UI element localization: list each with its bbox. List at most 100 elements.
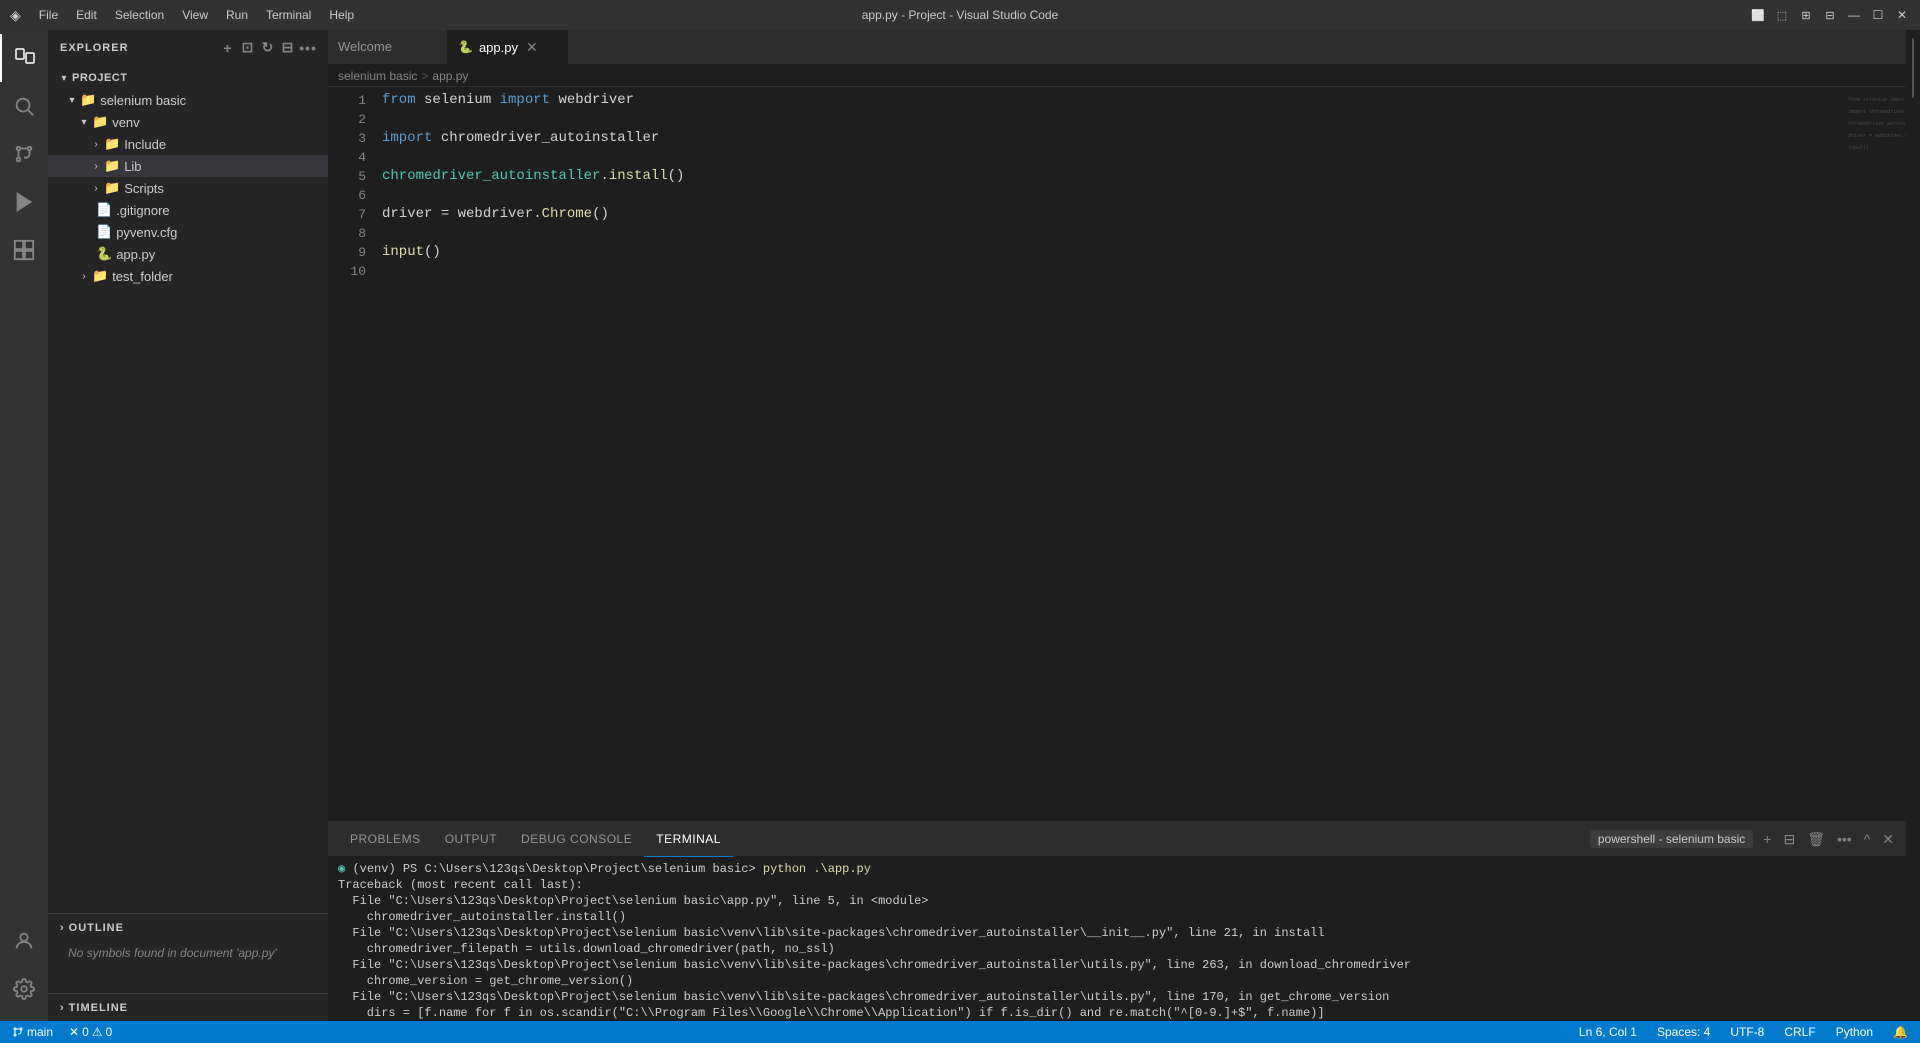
tree-item-test-folder[interactable]: › 📁 test_folder xyxy=(48,265,328,287)
terminal-line-8: chrome_version = get_chrome_version() xyxy=(338,973,1896,989)
spaces-item[interactable]: Spaces: 4 xyxy=(1653,1021,1714,1043)
tabs-bar: Welcome 🐍 app.py ✕ xyxy=(328,30,1906,65)
title-bar-left: ◈ File Edit Selection View Run Terminal … xyxy=(10,6,362,24)
outline-content: No symbols found in document 'app.py' xyxy=(48,942,328,964)
layout-btn3[interactable]: ⊞ xyxy=(1798,7,1814,23)
code-line-8 xyxy=(378,224,1846,243)
line-ending-item[interactable]: CRLF xyxy=(1780,1021,1819,1043)
activity-search[interactable] xyxy=(0,82,48,130)
tree-item-scripts[interactable]: › 📁 Scripts xyxy=(48,177,328,199)
tree-item-selenium-basic[interactable]: ▾ 📁 selenium basic xyxy=(48,89,328,111)
code-editor[interactable]: 1 2 3 4 5 6 7 8 9 10 from selenium impor… xyxy=(328,87,1906,821)
new-folder-btn[interactable]: ⊡ xyxy=(240,40,256,56)
tree-item-gitignore[interactable]: 📄 .gitignore xyxy=(48,199,328,221)
panel-tab-output[interactable]: OUTPUT xyxy=(433,822,509,857)
menu-run[interactable]: Run xyxy=(218,6,256,24)
lib-label: Lib xyxy=(124,159,141,174)
activity-source-control[interactable] xyxy=(0,130,48,178)
git-branch-item[interactable]: main xyxy=(8,1021,57,1043)
tab-welcome[interactable]: Welcome xyxy=(328,30,448,64)
tree-item-pyvenv[interactable]: 📄 pyvenv.cfg xyxy=(48,221,328,243)
close-btn[interactable]: ✕ xyxy=(1894,7,1910,23)
add-terminal-btn[interactable]: + xyxy=(1761,829,1773,849)
pyvenv-label: pyvenv.cfg xyxy=(116,225,177,240)
selenium-basic-label: selenium basic xyxy=(100,93,186,108)
scripts-expand-icon: › xyxy=(88,183,104,194)
outline-header[interactable]: › OUTLINE xyxy=(48,914,328,942)
tree-item-app-py[interactable]: 🐍 app.py xyxy=(48,243,328,265)
line-num-3: 3 xyxy=(328,129,366,148)
menu-view[interactable]: View xyxy=(174,6,216,24)
layout-btn[interactable]: ⬜ xyxy=(1750,7,1766,23)
activity-account[interactable] xyxy=(0,917,48,965)
sidebar-actions: + ⊡ ↻ ⊟ ••• xyxy=(220,40,316,56)
spaces-label: Spaces: 4 xyxy=(1657,1025,1710,1039)
activity-explorer[interactable] xyxy=(0,34,48,82)
menu-terminal[interactable]: Terminal xyxy=(258,6,319,24)
panel-expand-btn[interactable]: ^ xyxy=(1862,829,1873,849)
terminal-cmd-1: python .\app.py xyxy=(763,862,871,876)
panel-close-btn[interactable]: ✕ xyxy=(1880,829,1896,850)
timeline-title: TIMELINE xyxy=(69,1002,128,1014)
collapse-btn[interactable]: ⊟ xyxy=(280,40,296,56)
errors-icon: ✕ xyxy=(69,1025,79,1039)
panel-tab-terminal[interactable]: TERMINAL xyxy=(644,822,733,857)
tree-item-include[interactable]: › 📁 Include xyxy=(48,133,328,155)
include-label: Include xyxy=(124,137,166,152)
file-icon-gitignore: 📄 xyxy=(96,202,112,218)
terminal-line-1: ◉ (venv) PS C:\Users\123qs\Desktop\Proje… xyxy=(338,861,1896,877)
menu-help[interactable]: Help xyxy=(321,6,362,24)
code-content[interactable]: from selenium import webdriver import ch… xyxy=(378,87,1846,821)
explorer-title: EXPLORER xyxy=(60,42,129,54)
panel-tab-problems[interactable]: PROBLEMS xyxy=(338,822,433,857)
terminal-content[interactable]: ◉ (venv) PS C:\Users\123qs\Desktop\Proje… xyxy=(328,857,1906,1021)
scroll-indicators xyxy=(1908,30,1918,1021)
title-bar: ◈ File Edit Selection View Run Terminal … xyxy=(0,0,1920,30)
errors-item[interactable]: ✕ 0 ⚠ 0 xyxy=(65,1021,116,1043)
encoding-item[interactable]: UTF-8 xyxy=(1726,1021,1768,1043)
breadcrumb-selenium[interactable]: selenium basic xyxy=(338,69,417,83)
menu-edit[interactable]: Edit xyxy=(68,6,105,24)
refresh-btn[interactable]: ↻ xyxy=(260,40,276,56)
line-num-8: 8 xyxy=(328,224,366,243)
project-heading[interactable]: ▾ PROJECT xyxy=(48,67,328,89)
terminal-prompt-1: ◉ xyxy=(338,862,345,876)
project-label: PROJECT xyxy=(72,72,127,84)
language-item[interactable]: Python xyxy=(1832,1021,1877,1043)
tree-item-venv[interactable]: ▾ 📁 venv xyxy=(48,111,328,133)
menu-file[interactable]: File xyxy=(31,6,66,24)
terminal-text-1: (venv) PS C:\Users\123qs\Desktop\Project… xyxy=(352,862,762,876)
gitignore-label: .gitignore xyxy=(116,203,169,218)
activity-settings[interactable] xyxy=(0,965,48,1013)
folder-icon-lib: 📁 xyxy=(104,158,120,174)
layout-btn4[interactable]: ⊟ xyxy=(1822,7,1838,23)
more-actions-btn[interactable]: ••• xyxy=(300,40,316,56)
status-left: main ✕ 0 ⚠ 0 xyxy=(8,1021,116,1043)
status-right: Ln 6, Col 1 Spaces: 4 UTF-8 CRLF Python … xyxy=(1575,1021,1912,1043)
cursor-pos-item[interactable]: Ln 6, Col 1 xyxy=(1575,1021,1641,1043)
activity-extensions[interactable] xyxy=(0,226,48,274)
panel-tab-debug[interactable]: DEBUG CONSOLE xyxy=(509,822,644,857)
notifications-item[interactable]: 🔔 xyxy=(1889,1021,1912,1043)
tab-close-btn[interactable]: ✕ xyxy=(524,37,540,58)
window-title: app.py - Project - Visual Studio Code xyxy=(862,8,1059,22)
layout-btn2[interactable]: ⬚ xyxy=(1774,7,1790,23)
tree-item-lib[interactable]: › 📁 Lib xyxy=(48,155,328,177)
split-terminal-btn[interactable]: ⊟ xyxy=(1781,829,1797,850)
activity-run-debug[interactable] xyxy=(0,178,48,226)
tab-app-py[interactable]: 🐍 app.py ✕ xyxy=(448,30,568,64)
kill-terminal-btn[interactable]: 🗑 xyxy=(1805,829,1827,850)
timeline-header[interactable]: › TIMELINE xyxy=(48,994,328,1021)
activity-bar xyxy=(0,30,48,1021)
menu-selection[interactable]: Selection xyxy=(107,6,172,24)
breadcrumb-app-py[interactable]: app.py xyxy=(432,69,468,83)
minimize-btn[interactable]: — xyxy=(1846,7,1862,23)
terminal-line-2: Traceback (most recent call last): xyxy=(338,877,1896,893)
terminal-text-8: chrome_version = get_chrome_version() xyxy=(338,974,633,988)
maximize-btn[interactable]: ☐ xyxy=(1870,7,1886,23)
new-file-btn[interactable]: + xyxy=(220,40,236,56)
app-py-tab-label: app.py xyxy=(479,40,518,55)
panel-more-btn[interactable]: ••• xyxy=(1835,829,1854,849)
bell-icon: 🔔 xyxy=(1893,1025,1908,1039)
line-num-2: 2 xyxy=(328,110,366,129)
